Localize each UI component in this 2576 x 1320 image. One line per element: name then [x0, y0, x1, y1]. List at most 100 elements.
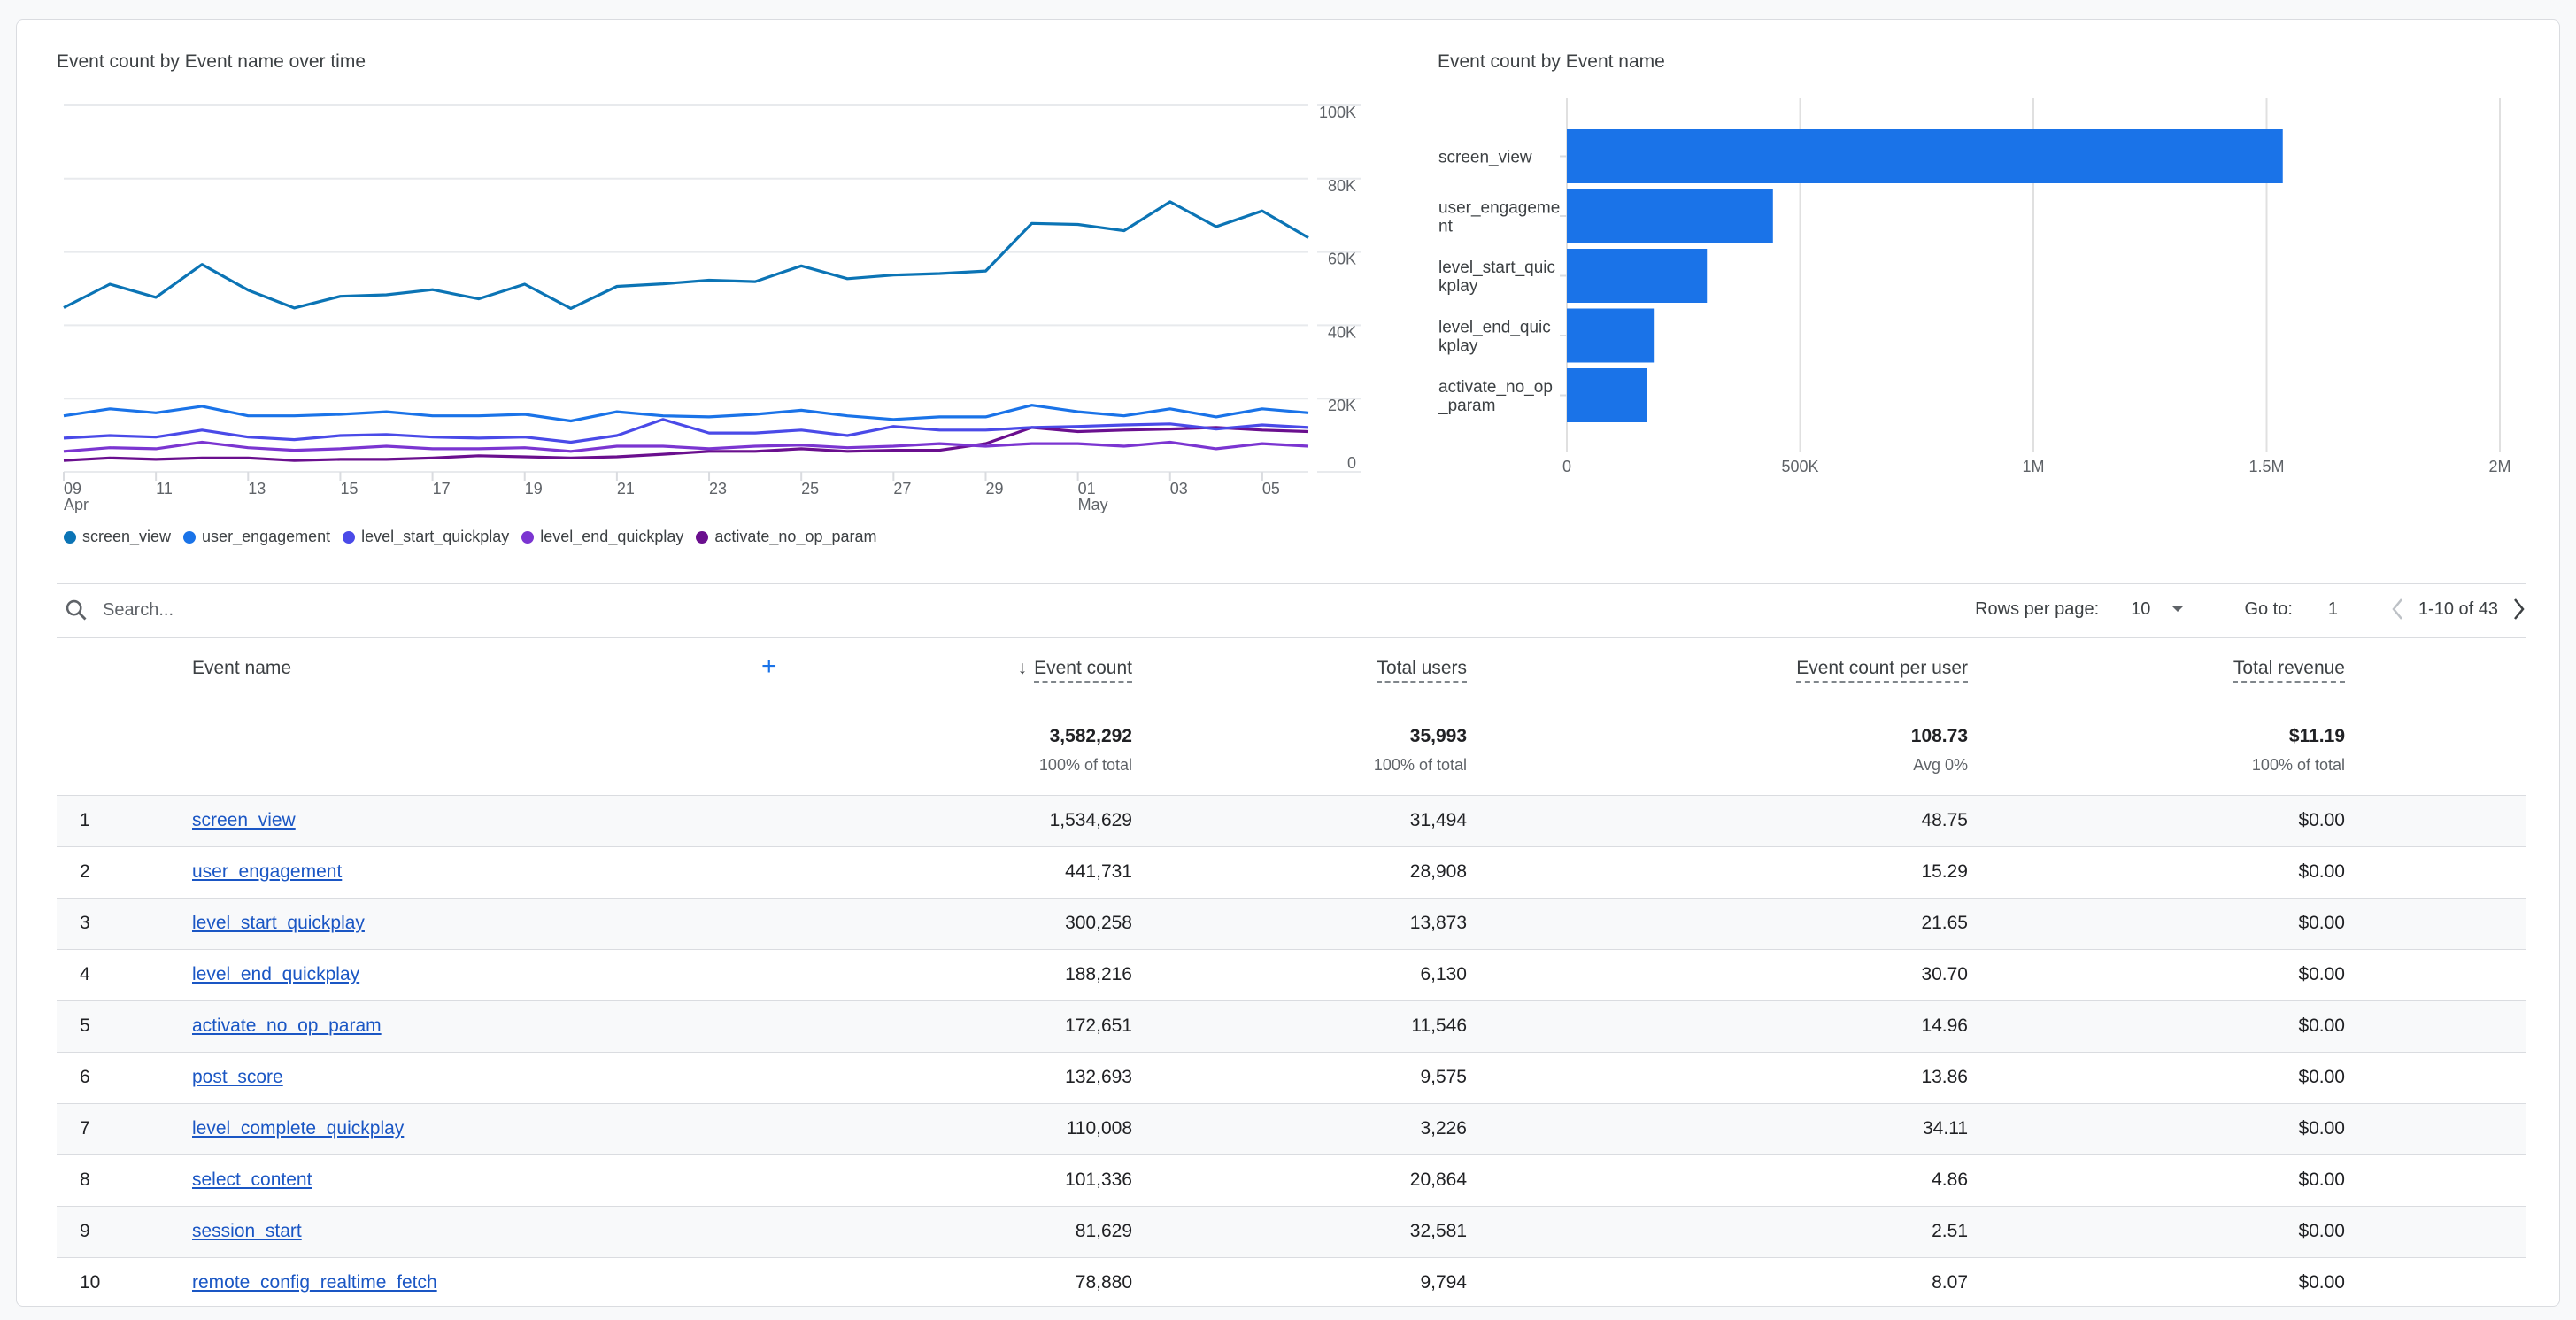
x-tick-sublabel: May: [1078, 496, 1108, 513]
x-tick-label: 21: [617, 480, 635, 498]
legend-item[interactable]: user_engagement: [183, 528, 330, 546]
search-input[interactable]: [101, 598, 459, 621]
event-name-link[interactable]: level_complete_quickplay: [192, 1118, 404, 1139]
series-line-activate-no-op-param: [63, 426, 1309, 462]
row-event-count: 300,258: [806, 897, 1133, 949]
row-rank: 9: [57, 1205, 191, 1257]
add-dimension-icon[interactable]: +: [761, 653, 777, 680]
category-label: level_end_quic: [1438, 319, 1551, 337]
table-row: 6 post_score 132,693 9,575 13.86 $0.00: [57, 1051, 2526, 1103]
legend-item[interactable]: level_start_quickplay: [343, 528, 509, 546]
column-header-total-revenue[interactable]: Total revenue: [1969, 637, 2346, 699]
legend-item[interactable]: level_end_quickplay: [521, 528, 683, 546]
x-tick-label: 25: [801, 480, 819, 498]
line-chart-legend: screen_view user_engagement level_start_qu…: [64, 528, 877, 546]
x-tick-label: 09: [64, 480, 81, 498]
chevron-right-icon[interactable]: [2510, 597, 2526, 621]
row-event-count: 1,534,629: [806, 794, 1133, 846]
category-label: nt: [1438, 218, 1454, 236]
table-row: 7 level_complete_quickplay 110,008 3,226 34.…: [57, 1102, 2526, 1154]
row-per-user: 15.29: [1468, 845, 1969, 898]
event-name-link[interactable]: select_content: [192, 1169, 312, 1190]
goto-input[interactable]: 1: [2328, 599, 2381, 620]
column-header-total-users[interactable]: Total users: [1133, 637, 1468, 699]
row-revenue: $0.00: [1969, 794, 2346, 846]
event-name-link[interactable]: activate_no_op_param: [192, 1015, 382, 1036]
column-header-event-count-per-user[interactable]: Event count per user: [1468, 637, 1969, 699]
row-revenue: $0.00: [1969, 1154, 2346, 1206]
row-event-name-cell: post_score: [191, 1051, 806, 1103]
row-rank: 4: [57, 948, 191, 1000]
table-row: 1 screen_view 1,534,629 31,494 48.75 $0.00: [57, 794, 2526, 846]
rows-per-page-select[interactable]: 10: [2131, 599, 2185, 620]
row-per-user: 48.75: [1468, 794, 1969, 846]
bar-screen-view[interactable]: [1567, 129, 2283, 183]
row-event-name-cell: level_start_quickplay: [191, 897, 806, 949]
event-name-link[interactable]: remote_config_realtime_fetch: [192, 1272, 437, 1293]
x-tick-sublabel: Apr: [64, 496, 89, 513]
row-total-users: 6,130: [1133, 948, 1468, 1000]
column-header-label: Total revenue: [2233, 658, 2345, 678]
legend-dot-icon: [696, 530, 709, 544]
bar-user-engagement[interactable]: [1567, 189, 1773, 243]
row-total-users: 32,581: [1133, 1205, 1468, 1257]
event-name-link[interactable]: level_start_quickplay: [192, 913, 365, 933]
event-name-link[interactable]: user_engagement: [192, 861, 342, 882]
y-tick-label: 40K: [1328, 323, 1356, 341]
events-table: Event name + ↓ Event count Total users Ev…: [57, 637, 2526, 1308]
table-toolbar: Rows per page: 10 Go to: 1 1-10 of 43: [57, 584, 2526, 637]
series-line-user-engagement: [63, 404, 1309, 423]
column-header-event-name: Event name +: [191, 637, 806, 699]
legend-item[interactable]: screen_view: [64, 528, 171, 546]
legend-label: activate_no_op_param: [714, 528, 877, 545]
x-tick-label: 03: [1170, 480, 1188, 498]
event-name-link[interactable]: level_end_quickplay: [192, 964, 359, 984]
y-tick-label: 20K: [1328, 397, 1356, 414]
pagination-controls: Rows per page: 10 Go to: 1 1-10 of 43: [1975, 597, 2526, 621]
row-event-count: 78,880: [806, 1256, 1133, 1308]
goto-label: Go to:: [2244, 598, 2293, 619]
category-label: kplay: [1438, 337, 1478, 356]
event-name-link[interactable]: session_start: [192, 1221, 302, 1241]
row-revenue: $0.00: [1969, 1000, 2346, 1052]
table-row: 8 select_content 101,336 20,864 4.86 $0.00: [57, 1154, 2526, 1206]
row-event-name-cell: session_start: [191, 1205, 806, 1257]
row-event-name-cell: remote_config_realtime_fetch: [191, 1256, 806, 1308]
chevron-left-icon[interactable]: [2390, 597, 2406, 621]
column-header-label: Event count: [1034, 658, 1132, 678]
table-row: 5 activate_no_op_param 172,651 11,546 14.96 $…: [57, 1000, 2526, 1052]
x-tick-label: 01: [1078, 480, 1096, 498]
x-tick-label: 13: [248, 480, 266, 498]
y-tick-label: 100K: [1319, 104, 1356, 121]
event-name-link[interactable]: screen_view: [192, 810, 296, 830]
totals-row: 3,582,292 100% of total 35,993 100% of tot…: [57, 699, 2526, 795]
row-total-users: 3,226: [1133, 1102, 1468, 1154]
legend-label: level_end_quickplay: [540, 528, 684, 545]
bar-activate-no-op-param[interactable]: [1567, 368, 1647, 422]
legend-item[interactable]: activate_no_op_param: [696, 528, 877, 546]
column-header-label: Event count per user: [1796, 658, 1968, 678]
row-event-name-cell: level_end_quickplay: [191, 948, 806, 1000]
row-per-user: 21.65: [1468, 897, 1969, 949]
bar-level-start-quickplay[interactable]: [1567, 249, 1708, 303]
row-event-count: 132,693: [806, 1051, 1133, 1103]
row-revenue: $0.00: [1969, 948, 2346, 1000]
bar-level-end-quickplay[interactable]: [1567, 308, 1655, 363]
row-rank: 2: [57, 845, 191, 898]
row-event-name-cell: activate_no_op_param: [191, 1000, 806, 1052]
legend-dot-icon: [343, 530, 356, 544]
row-revenue: $0.00: [1969, 1102, 2346, 1154]
caret-down-icon: [2171, 606, 2185, 612]
row-event-count: 188,216: [806, 948, 1133, 1000]
column-header-event-count[interactable]: ↓ Event count: [806, 637, 1133, 699]
x-tick-label: 19: [525, 480, 543, 498]
legend-dot-icon: [64, 530, 76, 544]
column-header-label: Event name: [192, 658, 292, 678]
row-event-name-cell: select_content: [191, 1154, 806, 1206]
search-icon: [66, 599, 87, 621]
row-total-users: 31,494: [1133, 794, 1468, 846]
row-per-user: 14.96: [1468, 1000, 1969, 1052]
x-tick-label: 15: [340, 480, 358, 498]
y-tick-label: 0: [1347, 454, 1356, 472]
event-name-link[interactable]: post_score: [192, 1067, 283, 1087]
